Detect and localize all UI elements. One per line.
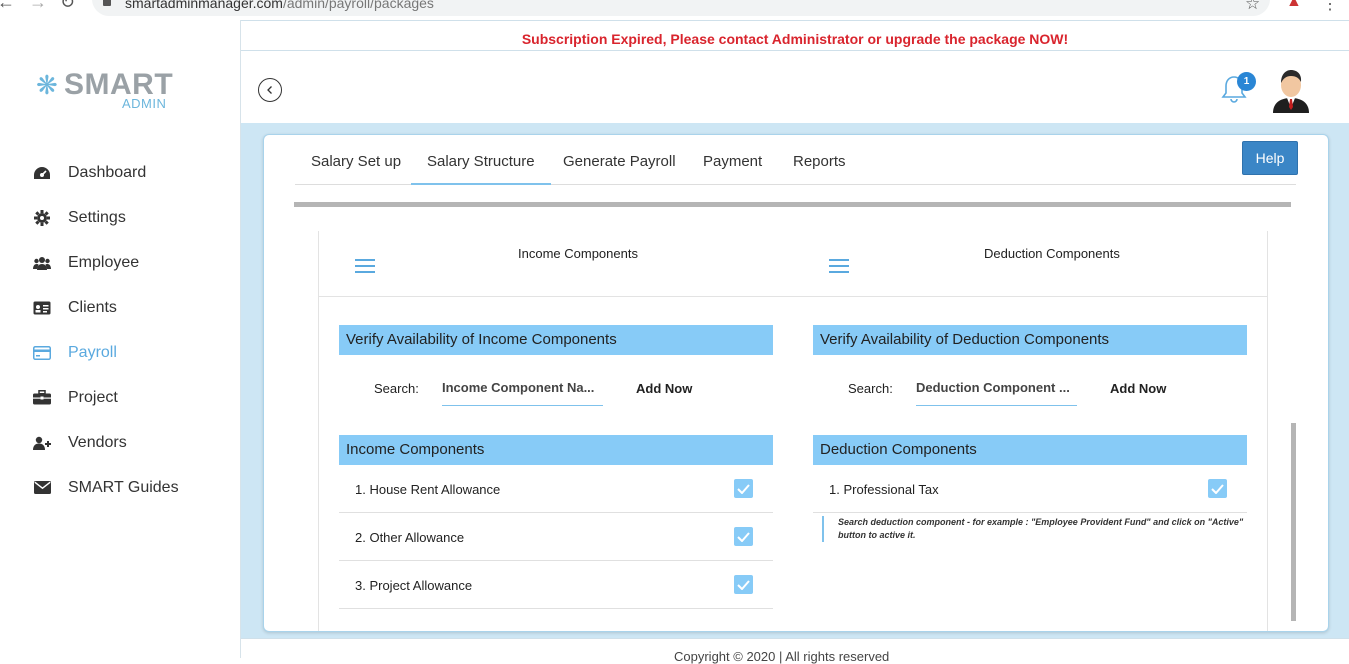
browser-toolbar: ← → ↻ smartadminmanager.com/admin/payrol… bbox=[0, 0, 1349, 20]
subscription-alert[interactable]: Subscription Expired, Please contact Adm… bbox=[241, 31, 1349, 47]
reload-icon[interactable]: ↻ bbox=[60, 0, 75, 13]
sidebar-item-employee[interactable]: Employee bbox=[0, 240, 240, 285]
envelope-icon bbox=[33, 479, 51, 497]
list-item: 1. Professional Tax bbox=[813, 465, 1247, 513]
income-search-row: Search: Income Component Na... Add Now bbox=[339, 355, 773, 435]
bookmark-star-icon[interactable]: ☆ bbox=[1245, 0, 1260, 14]
top-header: Subscription Expired, Please contact Adm… bbox=[241, 20, 1349, 124]
sidebar-item-label: SMART Guides bbox=[68, 478, 179, 496]
deduction-search-label: Search: bbox=[848, 381, 893, 396]
deduction-search-input[interactable]: Deduction Component ... bbox=[916, 371, 1077, 406]
credit-card-icon bbox=[33, 344, 51, 362]
header-divider bbox=[241, 50, 1349, 51]
users-icon bbox=[33, 254, 51, 272]
income-search-label: Search: bbox=[374, 381, 419, 396]
avatar[interactable] bbox=[1271, 67, 1311, 113]
horizontal-scrollbar[interactable] bbox=[294, 202, 1291, 207]
sidebar-item-project[interactable]: Project bbox=[0, 375, 240, 420]
tab-salary-structure[interactable]: Salary Structure bbox=[411, 143, 551, 185]
vertical-scrollbar[interactable] bbox=[1291, 423, 1296, 621]
deduction-menu-icon[interactable] bbox=[829, 259, 849, 273]
back-arrow-icon[interactable]: ← bbox=[0, 0, 15, 13]
tab-salary-set-up[interactable]: Salary Set up bbox=[295, 143, 417, 183]
id-card-icon bbox=[33, 299, 51, 317]
logo[interactable]: ❋ SMART ADMIN bbox=[36, 68, 186, 112]
sidebar-item-label: Settings bbox=[68, 208, 126, 226]
tab-reports[interactable]: Reports bbox=[777, 143, 862, 183]
sidebar-item-label: Vendors bbox=[68, 433, 127, 451]
sidebar-item-clients[interactable]: Clients bbox=[0, 285, 240, 330]
sidebar-item-settings[interactable]: Settings bbox=[0, 195, 240, 240]
sidebar-item-vendors[interactable]: Vendors bbox=[0, 420, 240, 465]
lock-icon bbox=[103, 0, 111, 6]
deduction-panel: Verify Availability of Deduction Compone… bbox=[813, 325, 1247, 542]
deduction-add-now-button[interactable]: Add Now bbox=[1110, 381, 1166, 396]
help-button[interactable]: Help bbox=[1242, 141, 1298, 175]
checkbox-checked-icon[interactable] bbox=[734, 575, 753, 594]
logo-sub: ADMIN bbox=[122, 96, 167, 111]
url-text[interactable]: smartadminmanager.com/admin/payroll/pack… bbox=[125, 0, 434, 11]
list-item-label: 1. House Rent Allowance bbox=[355, 482, 501, 497]
payroll-tabs: Salary Set up Salary Structure Generate … bbox=[295, 143, 1296, 185]
sidebar-item-label: Dashboard bbox=[68, 163, 147, 181]
dashboard-icon bbox=[33, 164, 51, 182]
income-verify-header: Verify Availability of Income Components bbox=[339, 325, 773, 355]
user-plus-icon bbox=[33, 434, 51, 452]
list-item-label: 3. Project Allowance bbox=[355, 578, 473, 593]
sidebar-menu: Dashboard Settings Employee Clients Payr… bbox=[0, 150, 240, 510]
collapse-sidebar-button[interactable] bbox=[258, 78, 282, 102]
list-item-label: 1. Professional Tax bbox=[829, 482, 939, 497]
income-search-input[interactable]: Income Component Na... bbox=[442, 371, 603, 406]
checkbox-checked-icon[interactable] bbox=[734, 527, 753, 546]
tab-payment[interactable]: Payment bbox=[687, 143, 778, 183]
chevron-left-icon bbox=[267, 86, 272, 94]
checkbox-checked-icon[interactable] bbox=[1208, 479, 1227, 498]
sidebar-item-label: Payroll bbox=[68, 343, 117, 361]
components-header: Income Components Deduction Components bbox=[319, 231, 1267, 297]
briefcase-icon bbox=[33, 389, 51, 407]
list-item: 3. Project Allowance bbox=[339, 561, 773, 609]
sidebar-item-label: Project bbox=[68, 388, 118, 406]
copyright-text: Copyright © 2020 | All rights reserved bbox=[674, 649, 890, 664]
list-item: 1. House Rent Allowance bbox=[339, 465, 773, 513]
components-panel: Income Components Deduction Components V… bbox=[318, 231, 1268, 631]
income-column-title: Income Components bbox=[518, 246, 638, 261]
list-item: 2. Other Allowance bbox=[339, 513, 773, 561]
gear-icon bbox=[33, 209, 51, 227]
deduction-search-row: Search: Deduction Component ... Add Now bbox=[813, 355, 1247, 435]
sidebar: ❋ SMART ADMIN Dashboard Settings Employe… bbox=[0, 20, 241, 658]
deduction-list-header: Deduction Components bbox=[813, 435, 1247, 465]
payroll-card: Salary Set up Salary Structure Generate … bbox=[263, 134, 1329, 632]
sidebar-item-smart-guides[interactable]: SMART Guides bbox=[0, 465, 240, 510]
sidebar-item-label: Clients bbox=[68, 298, 117, 316]
deduction-hint: Search deduction component - for example… bbox=[822, 516, 1248, 542]
list-item-label: 2. Other Allowance bbox=[355, 530, 465, 545]
deduction-column-title: Deduction Components bbox=[984, 246, 1120, 261]
forward-arrow-icon[interactable]: → bbox=[29, 0, 47, 13]
notification-badge[interactable]: 1 bbox=[1237, 72, 1256, 91]
sidebar-item-payroll[interactable]: Payroll bbox=[0, 330, 240, 375]
sidebar-item-dashboard[interactable]: Dashboard bbox=[0, 150, 240, 195]
browser-menu-icon[interactable]: ⋮ bbox=[1322, 0, 1338, 14]
income-menu-icon[interactable] bbox=[355, 259, 375, 273]
sidebar-item-label: Employee bbox=[68, 253, 140, 271]
deduction-verify-header: Verify Availability of Deduction Compone… bbox=[813, 325, 1247, 355]
income-add-now-button[interactable]: Add Now bbox=[636, 381, 692, 396]
checkbox-checked-icon[interactable] bbox=[734, 479, 753, 498]
footer: Copyright © 2020 | All rights reserved bbox=[241, 638, 1349, 664]
income-panel: Verify Availability of Income Components… bbox=[339, 325, 773, 609]
logo-gear-icon: ❋ bbox=[36, 70, 58, 100]
extension-icon[interactable]: ▲ bbox=[1286, 0, 1302, 11]
tab-generate-payroll[interactable]: Generate Payroll bbox=[547, 143, 692, 183]
income-list-header: Income Components bbox=[339, 435, 773, 465]
